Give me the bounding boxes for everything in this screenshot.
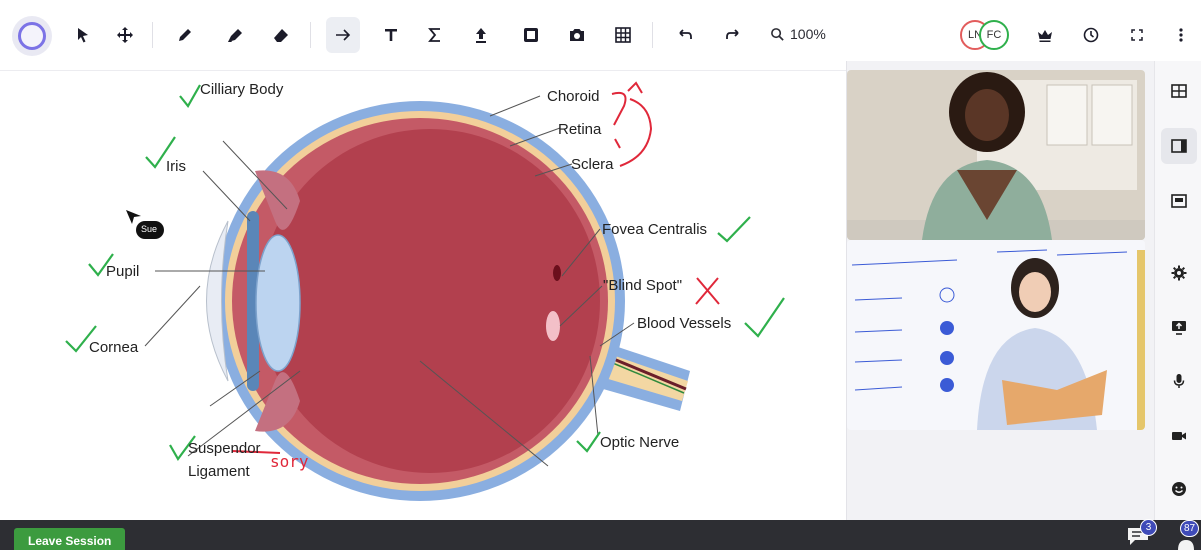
eraser-tool-button[interactable]	[264, 17, 298, 53]
circle-icon	[18, 22, 46, 50]
screen-share-button[interactable]	[1161, 309, 1197, 345]
equation-tool-button[interactable]	[418, 17, 452, 53]
shape-tool-button[interactable]	[12, 16, 52, 56]
leave-session-button[interactable]: Leave Session	[14, 528, 126, 550]
video-camera-icon	[1172, 432, 1186, 440]
pointer-icon	[78, 28, 88, 43]
arrow-right-icon	[336, 29, 351, 41]
layout-grid-button[interactable]	[1161, 73, 1197, 109]
undo-button[interactable]	[668, 17, 702, 53]
label-choroid: Choroid	[547, 88, 600, 105]
move-icon	[117, 27, 133, 43]
layout-sidebar-button[interactable]	[1161, 128, 1197, 164]
label-ligament: Ligament	[188, 463, 250, 480]
toolbar: 100% LN FC	[0, 0, 1201, 70]
grid-icon	[615, 27, 631, 43]
chat-count-badge: 3	[1140, 519, 1157, 536]
screen-share-icon	[1172, 321, 1186, 335]
zoom-control[interactable]: 100%	[770, 26, 826, 42]
highlighter-tool-button[interactable]	[218, 17, 252, 53]
layout-grid-icon	[1171, 84, 1187, 98]
cursor-username: Sue	[141, 224, 158, 234]
upload-icon	[476, 28, 486, 43]
microphone-icon	[1173, 374, 1185, 388]
text-tool-button[interactable]	[374, 17, 408, 53]
more-vertical-icon	[1179, 28, 1183, 42]
sigma-icon	[428, 28, 440, 42]
pen-tool-button[interactable]	[168, 17, 202, 53]
layout-pip-icon	[1171, 194, 1187, 208]
move-tool-button[interactable]	[108, 17, 142, 53]
label-retina: Retina	[558, 121, 602, 138]
fullscreen-button[interactable]	[1120, 17, 1154, 53]
handwritten-annotation: sory	[270, 452, 309, 471]
crown-icon	[1038, 30, 1052, 42]
arrow-tool-button[interactable]	[326, 17, 360, 53]
select-tool-button[interactable]	[66, 17, 100, 53]
snapshot-button[interactable]	[560, 17, 594, 53]
marker-icon	[228, 29, 242, 42]
pen-icon	[179, 29, 191, 41]
camera-icon	[570, 29, 584, 41]
label-iris: Iris	[166, 158, 186, 175]
emoji-icon	[1172, 482, 1186, 496]
more-options-button[interactable]	[1164, 17, 1198, 53]
label-suspensory: Suspendor	[188, 440, 261, 457]
redo-button[interactable]	[716, 17, 750, 53]
remote-cursor-icon	[126, 210, 141, 224]
eraser-icon	[274, 29, 288, 42]
fullscreen-icon	[1131, 29, 1143, 41]
layout-sidebar-icon	[1171, 139, 1187, 153]
label-pupil: Pupil	[106, 263, 140, 280]
vitreous-shape	[260, 129, 600, 473]
undo-icon	[679, 29, 692, 39]
timer-button[interactable]	[1074, 17, 1108, 53]
gear-icon	[1171, 265, 1187, 281]
label-ciliary-body: Cilliary Body	[200, 81, 284, 98]
host-controls-button[interactable]	[1028, 17, 1062, 53]
search-icon	[771, 27, 784, 41]
bookmark-icon	[524, 28, 538, 42]
label-blood-vessels: Blood Vessels	[637, 315, 732, 332]
redo-icon	[726, 29, 739, 39]
label-fovea-centralis: Fovea Centralis	[602, 221, 708, 238]
zoom-level: 100%	[790, 26, 826, 42]
settings-button[interactable]	[1161, 255, 1197, 291]
label-blind-spot: "Blind Spot"	[603, 277, 683, 294]
teacher-video[interactable]	[847, 240, 1145, 430]
video-panel	[846, 61, 1154, 520]
label-optic-nerve: Optic Nerve	[600, 434, 680, 451]
eye-diagram	[65, 81, 785, 501]
toolbar-divider	[652, 22, 653, 48]
participant-avatar[interactable]: FC	[979, 20, 1009, 50]
clock-icon	[1083, 27, 1099, 43]
toolbar-divider	[152, 22, 153, 48]
whiteboard-canvas[interactable]: Cilliary Body Iris Pupil Cornea Suspendo…	[0, 70, 846, 520]
participants-count-badge: 87	[1180, 520, 1200, 537]
layout-pip-button[interactable]	[1161, 183, 1197, 219]
microphone-button[interactable]	[1161, 363, 1197, 399]
participant-video-1[interactable]	[847, 70, 1145, 240]
bookmark-button[interactable]	[514, 17, 548, 53]
camera-toggle-button[interactable]	[1161, 418, 1197, 454]
right-rail	[1154, 61, 1201, 520]
label-sclera: Sclera	[571, 156, 614, 173]
lens-shape	[255, 234, 301, 372]
table-tool-button[interactable]	[606, 17, 640, 53]
label-cornea: Cornea	[89, 339, 139, 356]
upload-button[interactable]	[464, 17, 498, 53]
text-icon	[385, 29, 397, 41]
reactions-button[interactable]	[1161, 471, 1197, 507]
bottom-bar: Leave Session 3 87	[0, 519, 1201, 550]
toolbar-divider	[310, 22, 311, 48]
